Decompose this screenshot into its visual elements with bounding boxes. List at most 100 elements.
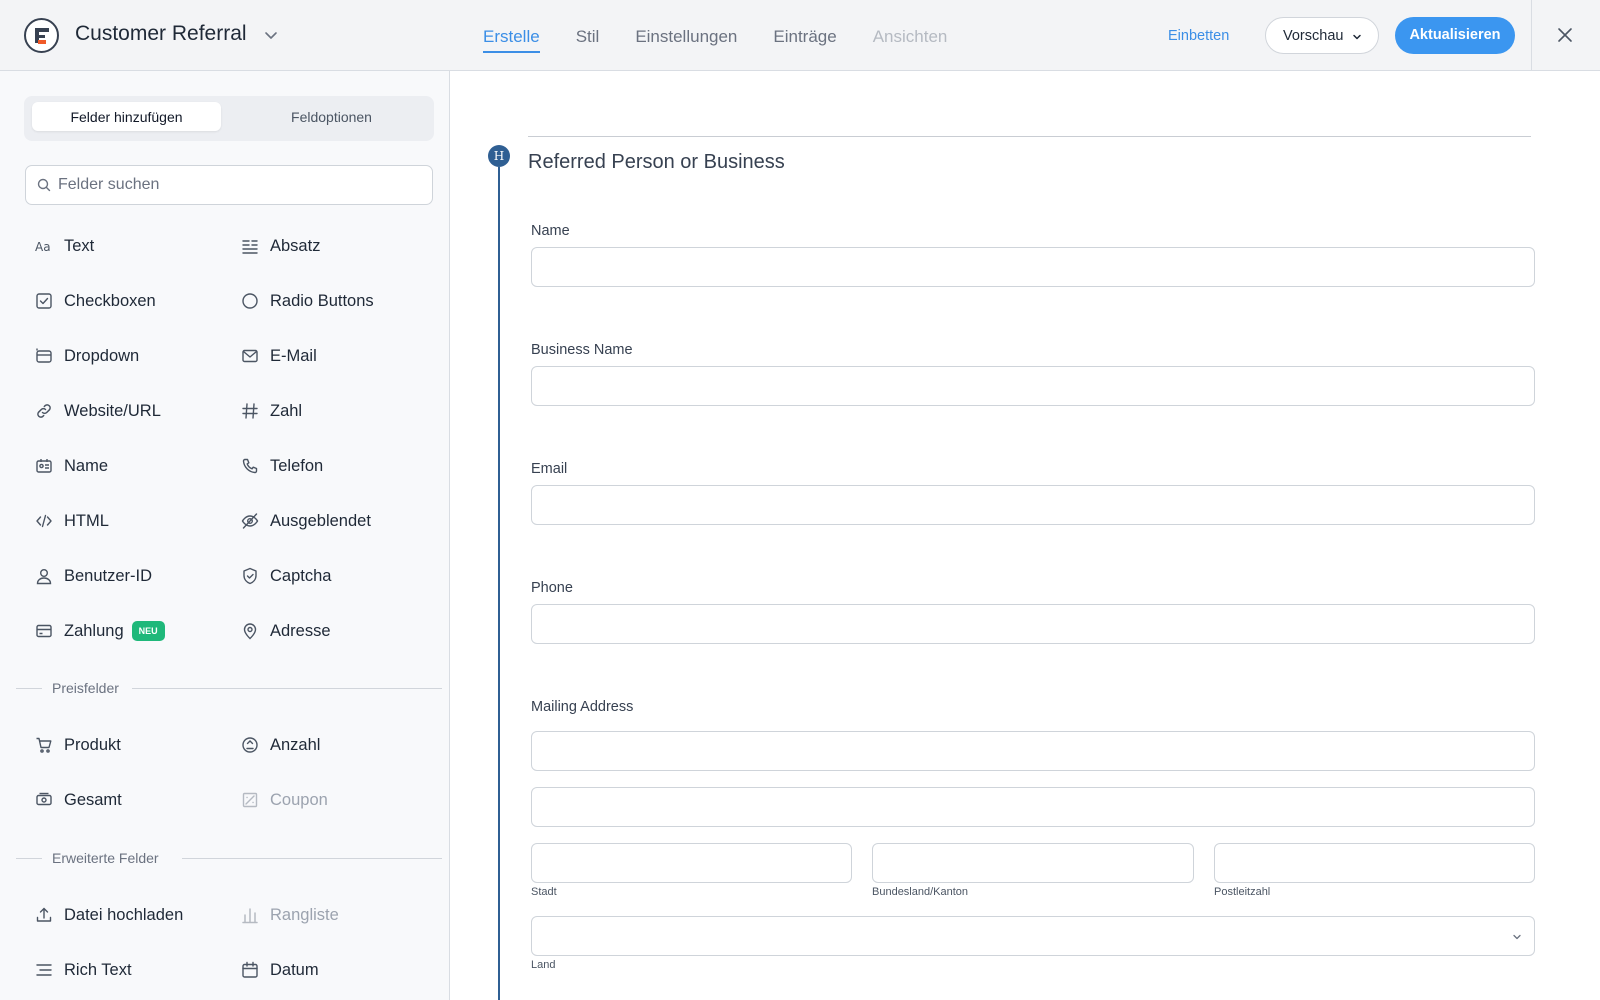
fields-sidebar: Felder hinzufügen Feldoptionen Aa Text A…: [0, 71, 450, 1000]
field-zahl[interactable]: Zahl: [241, 397, 302, 425]
field-website-url[interactable]: Website/URL: [35, 397, 161, 425]
phone-field[interactable]: [531, 604, 1535, 644]
field-rich-text[interactable]: Rich Text: [35, 956, 132, 984]
field-search[interactable]: [25, 165, 433, 205]
zip-field[interactable]: [1214, 843, 1535, 883]
phone-label: Phone: [531, 580, 573, 596]
cart-icon: [35, 736, 53, 754]
tab-eintraege[interactable]: Einträge: [755, 0, 854, 70]
field-produkt[interactable]: Produkt: [35, 731, 121, 759]
form-title[interactable]: Customer Referral: [75, 22, 247, 46]
field-text[interactable]: Aa Text: [35, 232, 94, 260]
state-field[interactable]: [872, 843, 1194, 883]
update-button[interactable]: Aktualisieren: [1395, 17, 1515, 54]
address-line-2-field[interactable]: [531, 787, 1535, 827]
email-label: Email: [531, 461, 568, 477]
section-title: Erweiterte Felder: [52, 850, 159, 866]
field-label: Coupon: [270, 790, 328, 809]
search-icon: [37, 178, 51, 192]
chevron-down-icon[interactable]: [262, 26, 280, 44]
phone-icon: [241, 457, 259, 475]
field-gesamt[interactable]: Gesamt: [35, 786, 122, 814]
city-field[interactable]: [531, 843, 852, 883]
field-label: Datei hochladen: [64, 905, 184, 924]
city-label: Stadt: [531, 886, 557, 898]
code-icon: [35, 512, 53, 530]
section-heading[interactable]: Referred Person or Business: [528, 151, 785, 174]
field-label: Zahl: [270, 401, 303, 420]
mail-icon: [241, 347, 259, 365]
field-checkboxen[interactable]: Checkboxen: [35, 287, 156, 315]
field-datum[interactable]: Datum: [241, 956, 319, 984]
field-label: Absatz: [270, 236, 321, 255]
divider: [1531, 0, 1532, 70]
field-dropdown[interactable]: Dropdown: [35, 342, 139, 370]
field-name[interactable]: Name: [35, 452, 108, 480]
field-label: Datum: [270, 960, 319, 979]
field-benutzer-id[interactable]: Benutzer-ID: [35, 562, 152, 590]
field-email[interactable]: E-Mail: [241, 342, 317, 370]
tab-stil[interactable]: Stil: [558, 0, 618, 70]
field-label: Text: [64, 236, 95, 255]
address-line-1-field[interactable]: [531, 731, 1535, 771]
name-label: Name: [531, 223, 570, 239]
field-label: HTML: [64, 511, 109, 530]
field-coupon[interactable]: Coupon: [241, 786, 328, 814]
field-captcha[interactable]: Captcha: [241, 562, 331, 590]
field-zahlung[interactable]: Zahlung NEU: [35, 617, 165, 645]
shield-icon: [241, 567, 259, 585]
bar-chart-icon: [241, 906, 259, 924]
email-field[interactable]: [531, 485, 1535, 525]
field-ausgeblendet[interactable]: Ausgeblendet: [241, 507, 371, 535]
quantity-icon: [241, 736, 259, 754]
heading-badge[interactable]: H: [488, 145, 510, 167]
business-name-label: Business Name: [531, 342, 633, 358]
field-adresse[interactable]: Adresse: [241, 617, 331, 645]
radio-icon: [241, 292, 259, 310]
chevron-down-icon: [1513, 934, 1521, 940]
field-rangliste[interactable]: Rangliste: [241, 901, 339, 929]
coupon-icon: [241, 791, 259, 809]
field-telefon[interactable]: Telefon: [241, 452, 323, 480]
formidable-logo-icon[interactable]: [24, 18, 59, 53]
credit-card-icon: [35, 622, 53, 640]
upload-icon: [35, 906, 53, 924]
field-html[interactable]: HTML: [35, 507, 109, 535]
section-title: Preisfelder: [52, 680, 119, 696]
search-input[interactable]: [58, 174, 418, 196]
field-label: Dropdown: [64, 346, 140, 365]
map-pin-icon: [241, 622, 259, 640]
sidebar-tabs: Felder hinzufügen Feldoptionen: [24, 96, 434, 141]
tab-ansichten[interactable]: Ansichten: [855, 0, 966, 70]
divider: [182, 858, 442, 859]
tab-add-fields[interactable]: Felder hinzufügen: [32, 102, 221, 131]
tab-field-options[interactable]: Feldoptionen: [237, 102, 426, 131]
divider: [16, 688, 42, 689]
field-label: Checkboxen: [64, 291, 156, 310]
field-label: Website/URL: [64, 401, 161, 420]
tab-erstelle[interactable]: Erstelle: [465, 0, 558, 70]
tab-einstellungen[interactable]: Einstellungen: [617, 0, 755, 70]
field-label: Adresse: [270, 621, 331, 640]
field-anzahl[interactable]: Anzahl: [241, 731, 320, 759]
checkbox-icon: [35, 292, 53, 310]
name-field[interactable]: [531, 247, 1535, 287]
divider: [132, 688, 442, 689]
eye-off-icon: [241, 512, 259, 530]
close-icon[interactable]: [1556, 26, 1574, 44]
rich-text-icon: [35, 961, 53, 979]
section-line: [498, 167, 500, 1000]
state-label: Bundesland/Kanton: [872, 886, 969, 898]
form-canvas: H Referred Person or Business Name Busin…: [451, 71, 1600, 1000]
field-datei-hochladen[interactable]: Datei hochladen: [35, 901, 183, 929]
field-label: Radio Buttons: [270, 291, 374, 310]
field-absatz[interactable]: Absatz: [241, 232, 320, 260]
business-name-field[interactable]: [531, 366, 1535, 406]
preview-button[interactable]: Vorschau: [1265, 17, 1379, 54]
country-select[interactable]: [531, 916, 1535, 956]
field-label: Anzahl: [270, 735, 321, 754]
field-radio-buttons[interactable]: Radio Buttons: [241, 287, 374, 315]
embed-link[interactable]: Einbetten: [1168, 28, 1229, 44]
field-label: Rangliste: [270, 905, 339, 924]
id-card-icon: [35, 457, 53, 475]
